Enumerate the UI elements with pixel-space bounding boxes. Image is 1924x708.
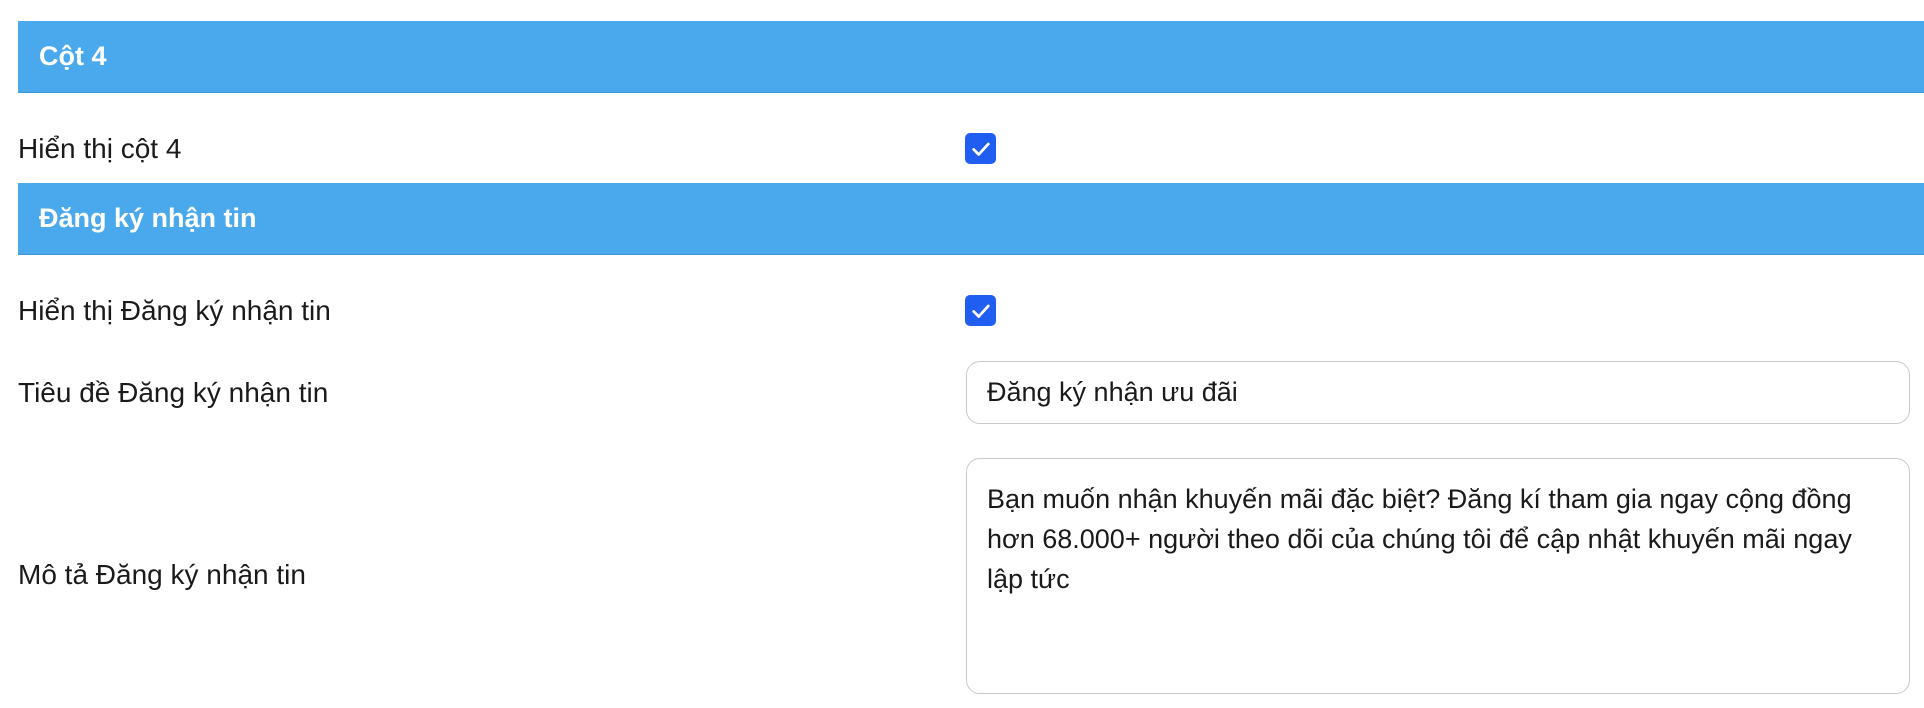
newsletter-description-textarea[interactable]: Bạn muốn nhận khuyến mãi đặc biệt? Đăng … (966, 458, 1910, 694)
show-newsletter-checkbox[interactable] (965, 295, 996, 326)
section-title-newsletter: Đăng ký nhận tin (39, 203, 257, 233)
show-newsletter-label: Hiển thị Đăng ký nhận tin (18, 295, 331, 326)
show-column4-label: Hiển thị cột 4 (18, 133, 182, 164)
newsletter-title-input[interactable] (966, 361, 1910, 424)
settings-page: Cột 4 Hiển thị cột 4 Đăng ký nhận tin Hi… (0, 0, 1924, 708)
newsletter-title-label: Tiêu đề Đăng ký nhận tin (18, 377, 329, 408)
section-title-column4: Cột 4 (39, 41, 107, 71)
show-column4-checkbox[interactable] (965, 133, 996, 164)
section-header-newsletter: Đăng ký nhận tin (18, 183, 1924, 255)
section-header-column4: Cột 4 (18, 21, 1924, 93)
newsletter-description-label: Mô tả Đăng ký nhận tin (18, 559, 306, 590)
checkmark-icon (971, 142, 990, 156)
checkmark-icon (971, 304, 990, 318)
